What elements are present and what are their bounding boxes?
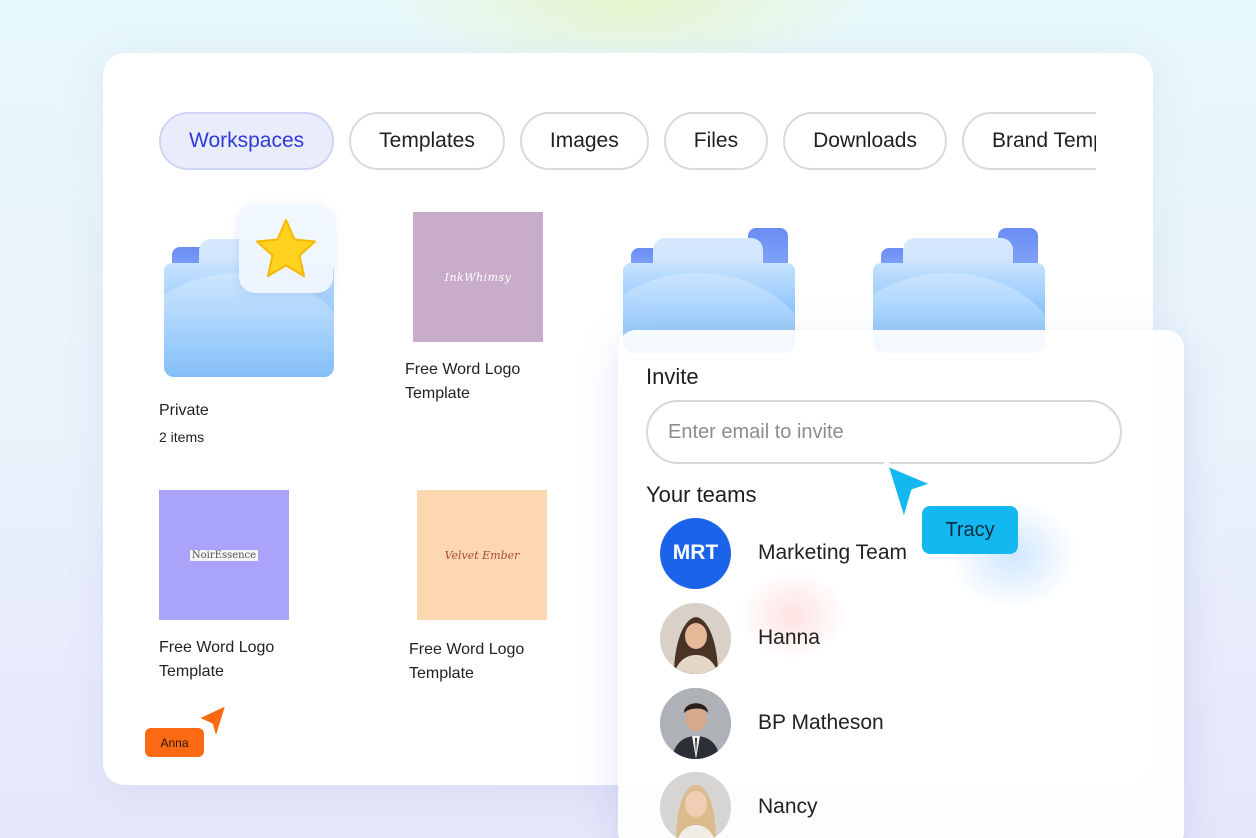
avatar: [660, 602, 731, 674]
team-name: BP Matheson: [758, 711, 884, 734]
category-tabs: Workspaces Templates Images Files Downlo…: [159, 111, 1096, 171]
collaborator-cursor-label-tracy: Tracy: [922, 506, 1018, 554]
avatar: MRT: [660, 517, 731, 589]
avatar: [660, 687, 731, 759]
folder-name: Private: [159, 402, 209, 419]
template-tile-noiressence[interactable]: NoirEssence Free Word Logo Template: [159, 490, 339, 690]
team-row-marketing[interactable]: MRT Marketing Team: [660, 517, 908, 589]
person-photo-icon: [660, 687, 731, 759]
template-name: Free Word Logo Template: [405, 361, 521, 402]
template-name: Free Word Logo Template: [159, 639, 275, 680]
template-tile-inkwhimsy[interactable]: InkWhimsy Free Word Logo Template: [405, 212, 585, 412]
invite-title: Invite: [646, 364, 699, 389]
template-tile-velvet-ember[interactable]: Velvet Ember Free Word Logo Template: [409, 490, 589, 690]
tab-workspaces[interactable]: Workspaces: [159, 112, 335, 170]
template-thumbnail: Velvet Ember: [417, 490, 547, 620]
template-thumbnail: InkWhimsy: [413, 212, 543, 342]
team-row-nancy[interactable]: Nancy: [660, 771, 818, 838]
thumbnail-logo-text: NoirEssence: [189, 549, 259, 561]
star-badge: [239, 205, 333, 293]
avatar: [660, 771, 731, 838]
team-name: Nancy: [758, 795, 818, 818]
team-name: Hanna: [758, 626, 820, 649]
team-row-bp-matheson[interactable]: BP Matheson: [660, 687, 884, 759]
private-folder-tile[interactable]: Private 2 items: [159, 205, 339, 455]
tab-images[interactable]: Images: [519, 112, 649, 170]
email-invite-input[interactable]: [646, 400, 1122, 464]
invite-panel: Invite Your teams MRT Marketing Team Han…: [618, 330, 1184, 838]
tab-downloads[interactable]: Downloads: [783, 112, 947, 170]
thumbnail-logo-text: InkWhimsy: [444, 270, 512, 284]
folder-item-count: 2 items: [159, 429, 205, 445]
thumbnail-logo-text: Velvet Ember: [444, 548, 520, 562]
star-icon: [256, 219, 316, 277]
tab-templates[interactable]: Templates: [349, 112, 505, 170]
person-photo-icon: [660, 771, 731, 838]
person-photo-icon: [660, 602, 731, 674]
tab-files[interactable]: Files: [663, 112, 769, 170]
tab-brand-templates[interactable]: Brand Templates: [962, 112, 1096, 170]
template-name: Free Word Logo Template: [409, 641, 525, 682]
template-thumbnail: NoirEssence: [159, 490, 289, 620]
collaborator-cursor-label-anna: Anna: [145, 728, 204, 757]
your-teams-heading: Your teams: [646, 482, 757, 507]
team-name: Marketing Team: [758, 541, 908, 564]
team-row-hanna[interactable]: Hanna: [660, 602, 820, 674]
